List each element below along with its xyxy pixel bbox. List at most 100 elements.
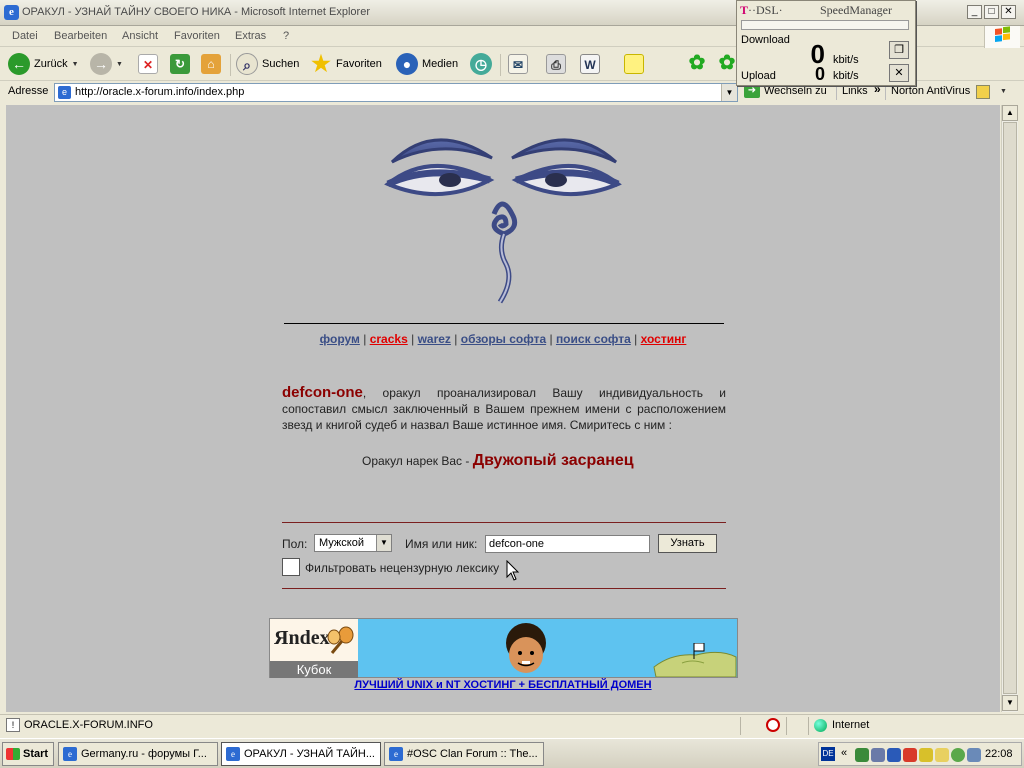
start-button[interactable]: Start — [2, 742, 54, 766]
go-button[interactable]: ➜ Wechseln zu — [744, 84, 827, 98]
taskbar-item[interactable]: e Germany.ru - форумы Г... — [58, 742, 218, 766]
scroll-up-icon[interactable]: ▲ — [1002, 105, 1018, 121]
chevron-down-icon[interactable]: ▼ — [1000, 88, 1007, 95]
scroll-thumb[interactable] — [1003, 122, 1017, 694]
stop-icon[interactable]: ✕ — [138, 54, 158, 74]
island-map-icon — [653, 643, 737, 677]
vertical-scrollbar[interactable]: ▲ ▼ — [1001, 105, 1018, 712]
word-edit-icon[interactable]: W — [580, 54, 600, 74]
favorites-button[interactable]: ★ Favoriten — [310, 51, 382, 77]
history-icon[interactable]: ◷ — [470, 53, 492, 75]
verdict-name: Двужопый засранец — [472, 452, 634, 469]
nav-link-cracks[interactable]: cracks — [370, 332, 408, 346]
star-icon: ★ — [311, 51, 331, 76]
filter-checkbox[interactable] — [282, 558, 300, 576]
back-button[interactable]: ← Zurück ▼ — [8, 51, 79, 77]
note-icon[interactable] — [624, 54, 644, 74]
download-label: Download — [741, 34, 790, 46]
tray-app-icon[interactable] — [871, 748, 885, 762]
oracle-text: defcon-one, оракул проанализировал Вашу … — [282, 385, 726, 433]
address-input[interactable]: e http://oracle.x-forum.info/index.php ▼ — [54, 83, 738, 102]
hosting-ad-link[interactable]: ЛУЧШИЙ UNIX и NT ХОСТИНГ + БЕСПЛАТНЫЙ ДО… — [6, 679, 1000, 691]
globe-icon — [814, 719, 827, 732]
menu-bearbeiten[interactable]: Bearbeiten — [54, 30, 107, 42]
ie-icon: e — [4, 5, 19, 20]
volume-icon[interactable] — [967, 748, 981, 762]
windows-flag-icon — [6, 748, 20, 760]
chevron-left-icon[interactable]: « — [841, 747, 847, 759]
close-button[interactable]: ✕ — [1001, 5, 1016, 19]
page-icon: e — [58, 86, 71, 99]
filter-label: Фильтровать нецензурную лексику — [305, 561, 500, 575]
chevron-down-icon: ▼ — [376, 535, 391, 551]
chevron-down-icon[interactable]: ▼ — [721, 84, 737, 101]
speed-manager-widget[interactable]: T··DSL· SpeedManager Download 0 kbit/s U… — [736, 0, 916, 86]
refresh-icon[interactable]: ↻ — [170, 54, 190, 74]
menu-help[interactable]: ? — [283, 30, 289, 42]
restore-icon[interactable]: ❐ — [889, 41, 909, 59]
norton-icon[interactable] — [976, 85, 990, 99]
taskbar-item-label: Germany.ru - форумы Г... — [81, 748, 207, 760]
windows-logo — [984, 26, 1020, 48]
tray-app-icon[interactable] — [887, 748, 901, 762]
telekom-logo: T — [740, 3, 749, 17]
search-button[interactable]: ⌕ Suchen — [236, 51, 299, 77]
mail-icon[interactable]: ✉ — [508, 54, 528, 74]
ie-icon: e — [63, 747, 77, 761]
icq-flower-icon[interactable]: ✿ — [686, 52, 708, 74]
dsl-label: ··DSL· — [748, 3, 783, 17]
links-button[interactable]: Links — [842, 85, 868, 97]
taskbar-item-active[interactable]: e ОРАКУЛ - УЗНАЙ ТАЙН... — [221, 742, 381, 766]
form-divider-bottom — [282, 588, 726, 589]
maximize-button[interactable]: □ — [984, 5, 999, 19]
address-url: http://oracle.x-forum.info/index.php — [75, 86, 245, 98]
yandex-cup-banner[interactable]: Яndex Кубок — [269, 618, 738, 678]
page-content: форум | cracks | warez | обзоры софта | … — [6, 105, 1000, 712]
clock[interactable]: 22:08 — [985, 748, 1013, 760]
home-icon[interactable]: ⌂ — [201, 54, 221, 74]
zonealarm-icon[interactable] — [919, 748, 933, 762]
norton-button[interactable]: Norton AntiVirus — [891, 85, 970, 97]
nav-link-software-search[interactable]: поиск софта — [556, 332, 631, 346]
submit-button[interactable]: Узнать — [658, 534, 717, 553]
mouse-cursor-icon — [506, 560, 520, 581]
media-button[interactable]: ● Medien — [396, 51, 458, 77]
upload-unit: kbit/s — [833, 70, 859, 82]
nick-input[interactable] — [485, 535, 650, 553]
nav-link-forum[interactable]: форум — [320, 332, 360, 346]
tray-app-icon[interactable] — [951, 748, 965, 762]
scroll-down-icon[interactable]: ▼ — [1002, 695, 1018, 711]
menu-favoriten[interactable]: Favoriten — [174, 30, 220, 42]
taskbar-item-label: #OSC Clan Forum :: The... — [407, 748, 538, 760]
menu-ansicht[interactable]: Ansicht — [122, 30, 158, 42]
tray-app-icon[interactable] — [935, 748, 949, 762]
nav-link-hosting[interactable]: хостинг — [641, 332, 687, 346]
menu-datei[interactable]: Datei — [12, 30, 38, 42]
bar-divider — [885, 84, 886, 100]
minimize-button[interactable]: _ — [967, 5, 982, 19]
taskbar-item-label: ОРАКУЛ - УЗНАЙ ТАЙН... — [244, 748, 375, 760]
toolbar-separator — [500, 54, 501, 76]
window-title: ОРАКУЛ - УЗНАЙ ТАЙНУ СВОЕГО НИКА - Micro… — [22, 6, 370, 18]
language-indicator[interactable]: DE — [821, 747, 835, 761]
print-icon[interactable]: ⎙ — [546, 54, 566, 74]
gender-select[interactable]: Мужской ▼ — [314, 534, 392, 552]
site-nav: форум | cracks | warez | обзоры софта | … — [6, 332, 1000, 346]
forward-button[interactable]: → ▼ — [90, 51, 123, 77]
nav-link-software-reviews[interactable]: обзоры софта — [461, 332, 546, 346]
yandex-logo: Яndex — [274, 627, 330, 649]
oracle-verdict: Оракул нарек Вас - Двужопый засранец — [362, 452, 634, 470]
nav-separator: | — [634, 332, 638, 346]
close-icon[interactable]: ✕ — [889, 64, 909, 82]
status-pane — [740, 717, 764, 735]
tray-app-icon[interactable] — [903, 748, 917, 762]
popup-blocker-icon[interactable] — [766, 718, 780, 732]
chevron-down-icon: ▼ — [116, 60, 123, 68]
icq-flower-icon[interactable]: ✿ — [716, 52, 738, 74]
nav-link-warez[interactable]: warez — [418, 332, 451, 346]
menu-extras[interactable]: Extras — [235, 30, 266, 42]
bar-divider — [836, 84, 837, 100]
oracle-nick: defcon-one — [282, 384, 363, 401]
taskbar-item[interactable]: e #OSC Clan Forum :: The... — [384, 742, 544, 766]
network-icon[interactable] — [855, 748, 869, 762]
